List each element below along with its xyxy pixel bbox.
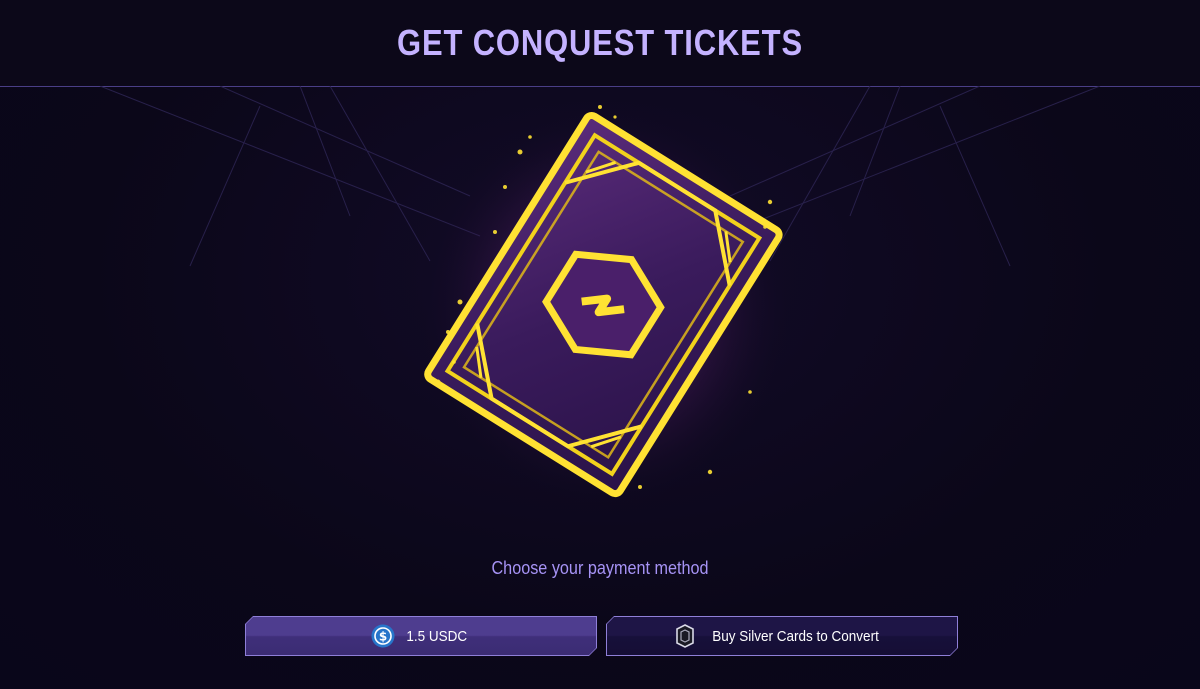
usdc-coin-icon: $	[371, 624, 395, 648]
buy-silver-cards-button[interactable]: Buy Silver Cards to Convert	[606, 616, 958, 656]
conquest-ticket-card-icon	[415, 102, 795, 512]
page-title: GET CONQUEST TICKETS	[397, 22, 803, 63]
silver-card-icon	[675, 624, 695, 648]
pay-with-usdc-button[interactable]: $ 1.5 USDC	[245, 616, 597, 656]
convert-label: Buy Silver Cards to Convert	[712, 627, 880, 645]
conquest-tickets-screen: GET CONQUEST TICKETS Choose your payment…	[0, 0, 1200, 689]
payment-prompt: Choose your payment method	[491, 558, 709, 578]
usdc-price-label: 1.5 USDC	[406, 627, 468, 645]
svg-text:$: $	[379, 630, 387, 644]
header-bar: GET CONQUEST TICKETS	[0, 0, 1200, 87]
